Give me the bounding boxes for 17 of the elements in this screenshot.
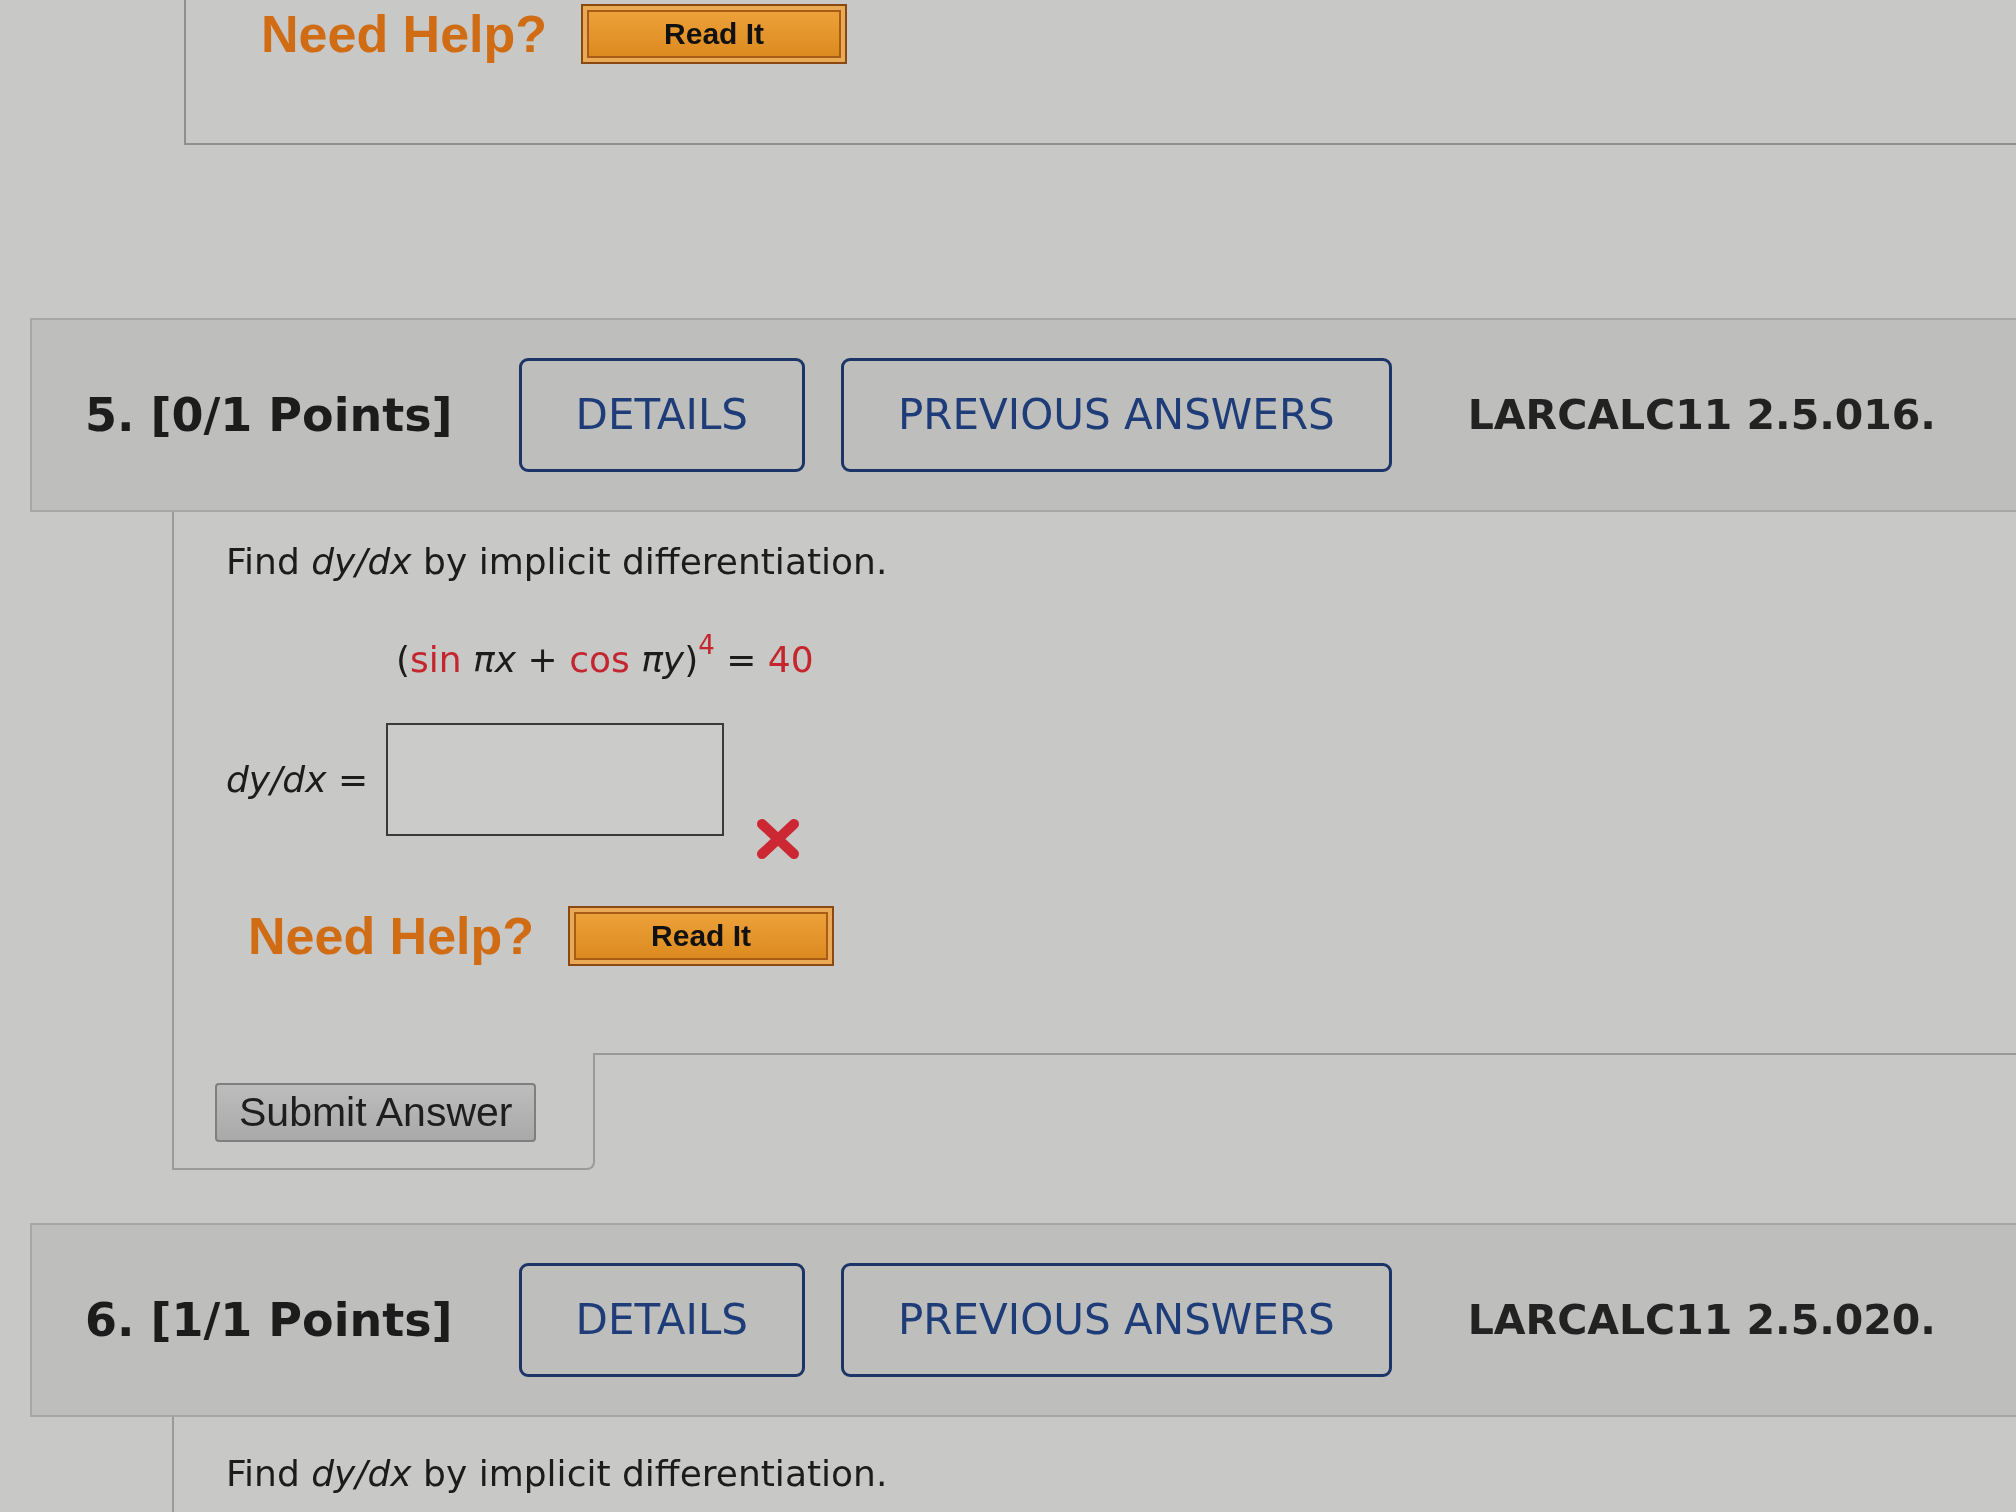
previous-answers-button[interactable]: PREVIOUS ANSWERS xyxy=(841,358,1392,472)
question-points-heading: 6. [1/1 Points] xyxy=(85,1293,453,1347)
answer-label: dy/dx = xyxy=(226,759,369,800)
question-points-heading: 5. [0/1 Points] xyxy=(85,388,453,442)
read-it-button[interactable]: Read It xyxy=(581,4,848,64)
problem-source: LARCALC11 2.5.020. xyxy=(1467,1296,1936,1344)
question-prompt: Find dy/dx by implicit differentiation. xyxy=(226,540,888,584)
details-button[interactable]: DETAILS xyxy=(518,358,806,472)
submit-answer-button[interactable]: Submit Answer xyxy=(215,1083,537,1142)
details-button[interactable]: DETAILS xyxy=(518,1263,806,1377)
answer-field[interactable] xyxy=(386,723,725,836)
need-help-label: Need Help? xyxy=(261,4,548,64)
previous-answers-button[interactable]: PREVIOUS ANSWERS xyxy=(841,1263,1392,1377)
read-it-button[interactable]: Read It xyxy=(568,906,835,966)
problem-source: LARCALC11 2.5.016. xyxy=(1467,391,1936,439)
question-prompt: Find dy/dx by implicit differentiation. xyxy=(226,1452,888,1496)
need-help-label: Need Help? xyxy=(248,906,535,966)
